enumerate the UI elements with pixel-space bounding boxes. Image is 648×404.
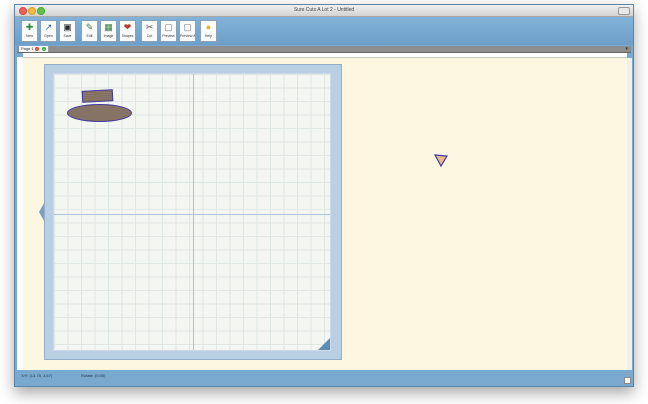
status-bar: X/Y: (13.75, 3.67) Rotate: (0.00) [15, 370, 633, 386]
save-button-label: Save [63, 34, 72, 38]
help-button-label: Help [204, 34, 213, 38]
cut-button[interactable]: ✂ Cut [141, 20, 158, 42]
preview-icon: ▢ [164, 22, 173, 32]
close-page-icon[interactable]: × [35, 47, 39, 51]
shapes-button[interactable]: ❤ Shapes [119, 20, 136, 42]
open-button[interactable]: ↗ Open [40, 20, 57, 42]
cutting-mat[interactable] [53, 73, 331, 351]
preview-all-button[interactable]: ▢ Preview All [179, 20, 196, 42]
cut-button-label: Cut [146, 34, 153, 38]
mat-left-arrow-icon[interactable] [39, 203, 44, 221]
cutter-blade-cursor-icon[interactable] [434, 154, 448, 167]
new-button-label: New [25, 34, 33, 38]
app-window: Sure Cuts A Lot 2 - Untitled ✚ New ↗ Ope… [14, 4, 634, 387]
save-button[interactable]: ▣ Save [59, 20, 76, 42]
resize-grip[interactable] [624, 377, 631, 384]
mat-center-vertical-line [193, 74, 194, 350]
rotation-readout: Rotate: (0.00) [81, 373, 106, 378]
save-disk-icon: ▣ [63, 22, 72, 32]
title-bar: Sure Cuts A Lot 2 - Untitled [15, 5, 633, 17]
toolbar-toggle-button[interactable] [618, 7, 630, 15]
open-folder-icon: ↗ [44, 22, 53, 32]
rectangle-shape[interactable] [81, 89, 114, 103]
ellipse-shape[interactable] [67, 104, 132, 122]
cut-icon: ✂ [145, 22, 154, 32]
add-page-icon[interactable]: + [42, 47, 46, 51]
help-bulb-icon: ● [205, 22, 212, 32]
cutting-mat-frame [39, 64, 342, 360]
open-button-label: Open [44, 34, 53, 38]
cursor-position-readout: X/Y: (13.75, 3.67) [21, 373, 53, 378]
preview-button[interactable]: ▢ Preview [160, 20, 177, 42]
image-button[interactable]: ▦ Image [100, 20, 117, 42]
shapes-button-label: Shapes [121, 34, 134, 38]
preview-button-label: Preview [162, 34, 175, 38]
tab-menu-chevron-icon[interactable]: ▾ [625, 46, 628, 52]
help-button[interactable]: ● Help [200, 20, 217, 42]
new-button[interactable]: ✚ New [21, 20, 38, 42]
tab-page-1-label: Page 1 [21, 46, 34, 51]
design-canvas[interactable] [23, 58, 629, 370]
vertical-scrollbar[interactable] [627, 58, 632, 370]
page-tab-strip: Page 1 × + ▾ [17, 46, 631, 53]
image-button-label: Image [103, 34, 114, 38]
tab-page-1[interactable]: Page 1 × + [19, 46, 49, 52]
shapes-icon: ❤ [123, 22, 132, 32]
image-icon: ▦ [104, 22, 113, 32]
edit-icon: ✎ [85, 22, 94, 32]
mat-corner-handle[interactable] [318, 338, 330, 350]
edit-button[interactable]: ✎ Edit [81, 20, 98, 42]
mat-center-horizontal-line [54, 214, 330, 215]
new-document-icon: ✚ [25, 22, 34, 32]
window-title: Sure Cuts A Lot 2 - Untitled [293, 7, 355, 13]
preview-all-icon: ▢ [183, 22, 192, 32]
edit-button-label: Edit [86, 34, 93, 38]
preview-all-button-label: Preview All [180, 34, 195, 38]
toolbar: ✚ New ↗ Open ▣ Save ✎ Edit ▦ Image ❤ Sha… [15, 17, 633, 45]
